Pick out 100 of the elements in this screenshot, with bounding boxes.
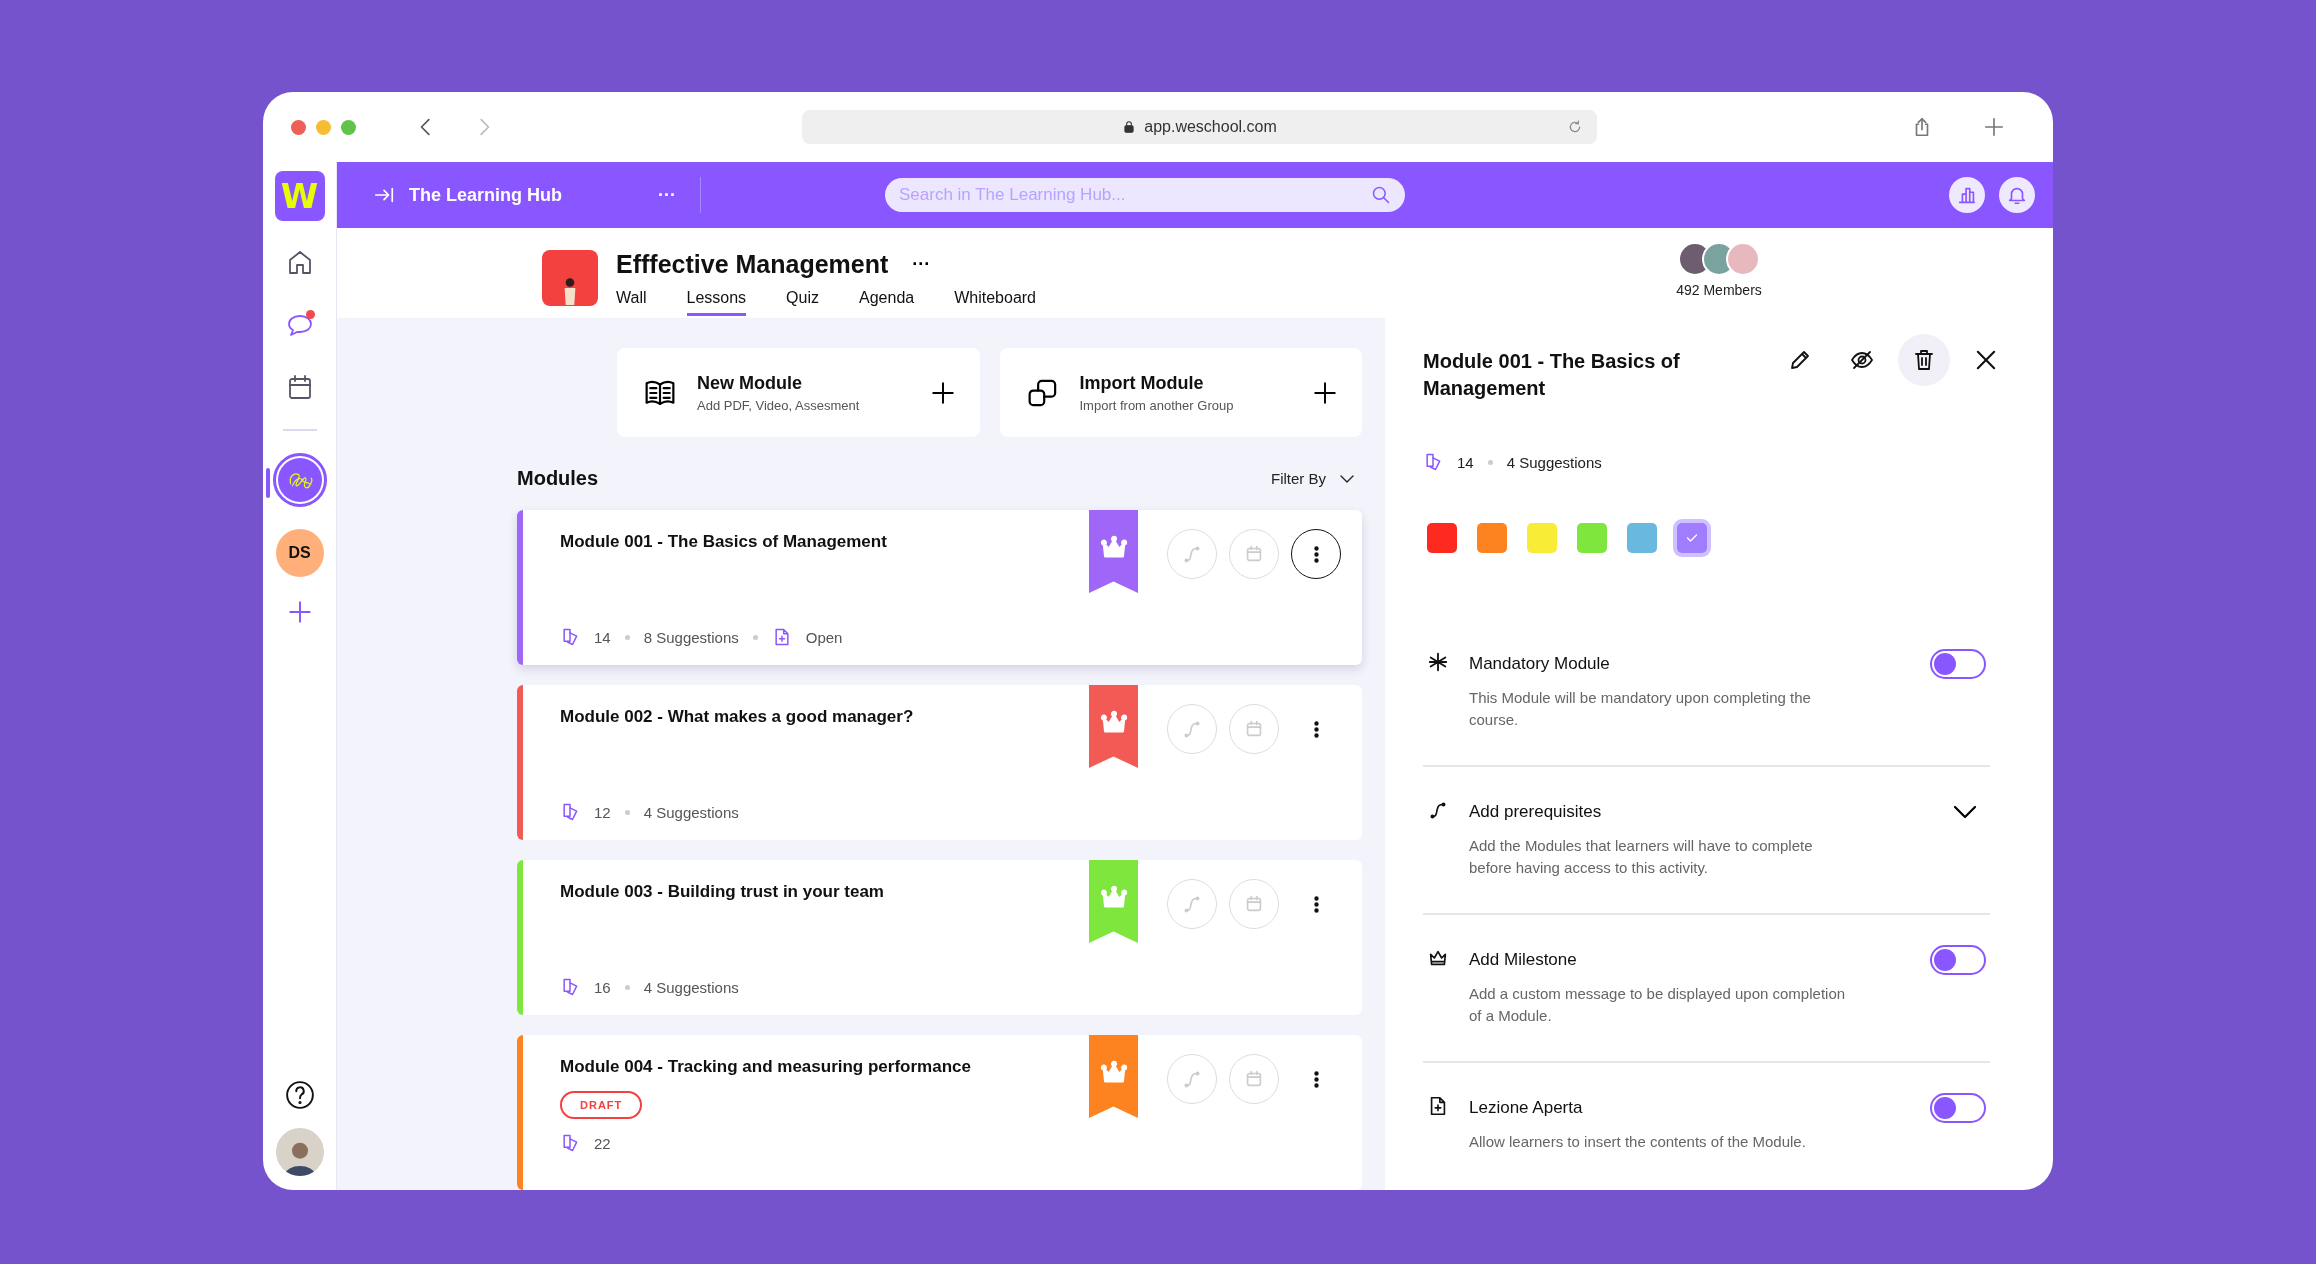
group-title: Efffective Management	[616, 250, 889, 279]
draft-badge: DRAFT	[560, 1091, 643, 1119]
notification-dot	[305, 310, 315, 319]
color-swatch[interactable]	[1477, 523, 1507, 553]
setting-description: Add a custom message to be displayed upon completion of a Module.	[1469, 984, 1847, 1026]
suggestions-count: 4 Suggestions	[643, 978, 739, 996]
search-field[interactable]: Search in The Learning Hub...	[885, 178, 1405, 212]
milestone-ribbon[interactable]	[1089, 1035, 1138, 1118]
lock-icon	[1122, 120, 1137, 134]
module-title: Module 003 - Building trust in your team	[560, 882, 885, 902]
path-icon	[1181, 893, 1203, 915]
new-tab-icon[interactable]	[1983, 116, 2005, 138]
toggle-switch[interactable]	[1930, 945, 1986, 975]
pencil-icon	[1788, 348, 1812, 372]
add-module-card[interactable]: New Module Add PDF, Video, Assesment	[617, 348, 980, 437]
color-swatch[interactable]	[1627, 523, 1657, 553]
tab[interactable]: Agenda	[859, 289, 915, 316]
window-control-dot[interactable]	[316, 119, 331, 135]
kebab-menu-icon	[1313, 719, 1319, 739]
separator-dot	[752, 634, 758, 640]
add-module-card[interactable]: Import Module Import from another Group	[999, 348, 1362, 437]
filter-dropdown[interactable]: Filter By	[1265, 468, 1362, 489]
suggestions-count: 4 Suggestions	[1506, 453, 1602, 471]
selection-indicator	[265, 468, 270, 498]
trash-icon	[1912, 348, 1936, 372]
color-swatch[interactable]	[1427, 523, 1457, 553]
plus-icon	[1312, 379, 1338, 406]
app-logo[interactable]: W	[274, 171, 325, 221]
module-title: Module 001 - The Basics of Management	[560, 532, 888, 552]
more-button[interactable]	[1291, 529, 1341, 579]
more-button[interactable]: ···	[912, 254, 931, 275]
toggle-switch[interactable]	[1930, 649, 1986, 679]
notifications-button[interactable]	[1999, 177, 2035, 213]
setting-title: Mandatory Module	[1469, 654, 1611, 674]
setting-title: Add prerequisites	[1469, 802, 1603, 822]
cards-icon	[560, 977, 580, 997]
window-control-dot[interactable]	[291, 119, 306, 135]
setting-description: This Module will be mandatory upon completing the course.	[1469, 688, 1812, 730]
lesson-count: 22	[594, 1134, 611, 1152]
module-title: Module 002 - What makes a good manager?	[560, 707, 915, 727]
module-card[interactable]: Module 002 - What makes a good manager? 12 4 Suggestions	[517, 685, 1362, 840]
crown-icon	[1098, 709, 1129, 734]
tab[interactable]: Wall	[616, 289, 647, 316]
kebab-menu-icon	[1313, 544, 1319, 564]
panel-title: Module 001 - The Basics of Management	[1423, 349, 1681, 401]
toggle-switch[interactable]	[1930, 1093, 1986, 1123]
setting-title: Add Milestone	[1469, 950, 1578, 970]
user-avatar[interactable]	[275, 1128, 324, 1176]
setting-title: Lezione Aperta	[1469, 1098, 1584, 1118]
cards-icon	[560, 1133, 580, 1153]
milestone-ribbon[interactable]	[1089, 510, 1138, 593]
card-title: Import Module	[1079, 372, 1205, 394]
address-bar[interactable]: app.weschool.com	[802, 110, 1597, 144]
path-icon	[1427, 799, 1449, 821]
kebab-menu-icon	[1313, 894, 1319, 914]
module-card[interactable]: Module 004 - Tracking and measuring performance DRAFT 22	[517, 1035, 1362, 1190]
lesson-count: 14	[1457, 453, 1474, 471]
open-label: Open	[805, 628, 843, 646]
lesson-count: 14	[594, 628, 611, 646]
module-title: Module 004 - Tracking and measuring performance	[560, 1057, 972, 1077]
suggestions-count: 8 Suggestions	[643, 628, 739, 646]
card-subtitle: Add PDF, Video, Assesment	[697, 397, 860, 413]
window-control-dot[interactable]	[341, 119, 356, 135]
cards-icon	[1423, 452, 1443, 472]
lesson-count: 12	[594, 803, 611, 821]
tab[interactable]: Quiz	[786, 289, 819, 316]
member-avatars[interactable]	[1678, 242, 1760, 276]
section-heading: Modules	[517, 467, 599, 490]
members-count: 492 Members	[1676, 282, 1762, 298]
eye-off-icon	[1850, 348, 1874, 372]
search-icon	[1371, 185, 1391, 205]
reload-icon[interactable]	[1567, 119, 1583, 135]
space-title: The Learning Hub	[409, 184, 563, 206]
separator-dot	[624, 809, 630, 815]
setting-description: Allow learners to insert the contents of the Module.	[1469, 1132, 1807, 1152]
separator-dot	[624, 634, 630, 640]
add-icon[interactable]	[286, 599, 313, 625]
stats-button[interactable]	[1949, 177, 1985, 213]
suggestions-count: 4 Suggestions	[643, 803, 739, 821]
help-icon[interactable]	[284, 1080, 315, 1110]
plus-icon	[929, 379, 956, 406]
milestone-ribbon[interactable]	[1089, 685, 1138, 768]
asterisk-icon	[1427, 651, 1449, 673]
crown-icon	[1098, 884, 1129, 909]
delete-button[interactable]	[1898, 334, 1950, 386]
module-card[interactable]: Module 001 - The Basics of Management 14 8 Suggestions Open	[517, 510, 1362, 665]
url-text: app.weschool.com	[1144, 118, 1277, 136]
group-avatar[interactable]: DS	[275, 529, 324, 577]
setting-description: Add the Modules that learners will have to complete before having access to this activity.	[1469, 836, 1814, 878]
cards-icon	[560, 802, 580, 822]
path-icon	[1181, 1068, 1203, 1090]
tab[interactable]: Whiteboard	[954, 289, 1036, 316]
color-swatch[interactable]	[1527, 523, 1557, 553]
path-icon	[1181, 543, 1203, 565]
crown-icon	[1098, 1059, 1129, 1084]
more-button[interactable]: ···	[658, 184, 676, 206]
cards-icon	[560, 627, 580, 647]
separator-dot	[1487, 459, 1493, 465]
color-swatch[interactable]	[1577, 523, 1607, 553]
card-title: New Module	[697, 372, 803, 394]
